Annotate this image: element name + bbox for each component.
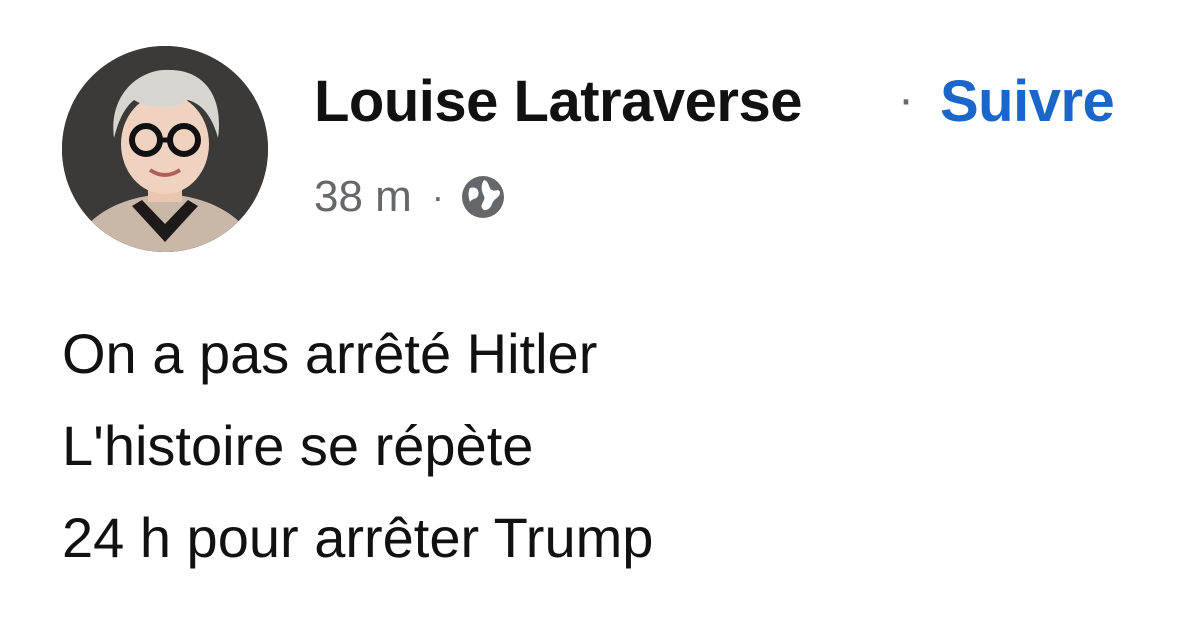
- author-name[interactable]: Louise Latraverse: [314, 68, 802, 135]
- post-meta: 38 m ·: [314, 170, 506, 224]
- post-text: On a pas arrêté Hitler L'histoire se rép…: [62, 308, 653, 584]
- post-line: 24 h pour arrêter Trump: [62, 506, 654, 569]
- meta-separator: ·: [431, 176, 444, 217]
- follow-button[interactable]: Suivre: [940, 68, 1115, 135]
- timestamp[interactable]: 38 m: [314, 172, 412, 222]
- avatar[interactable]: [62, 46, 268, 252]
- post-card: Louise Latraverse · Suivre 38 m · On a p…: [0, 0, 1200, 642]
- post-line: On a pas arrêté Hitler: [62, 322, 598, 385]
- header-separator: ·: [898, 73, 914, 126]
- avatar-image: [62, 46, 268, 252]
- post-line: L'histoire se répète: [62, 414, 534, 477]
- globe-icon[interactable]: [460, 174, 506, 220]
